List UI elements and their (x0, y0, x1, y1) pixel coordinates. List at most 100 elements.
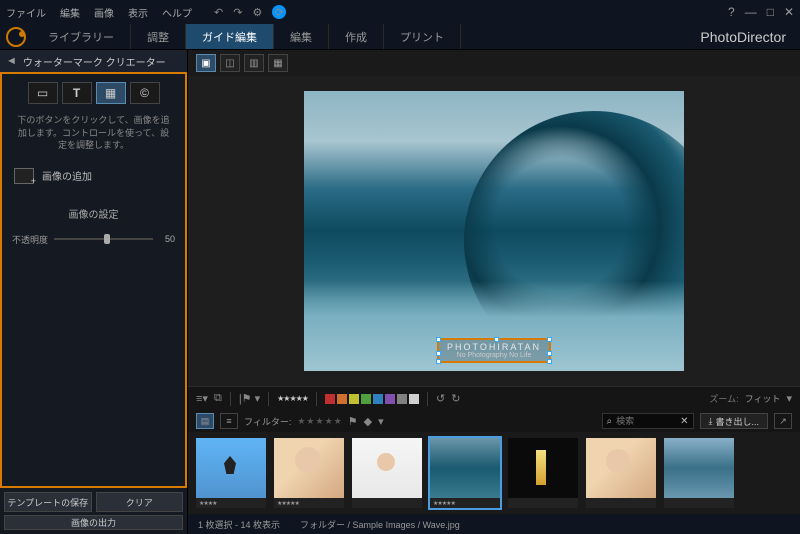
brand-label: PhotoDirector (700, 24, 800, 49)
wm-tab-image[interactable]: ▦ (96, 82, 126, 104)
export-button[interactable]: ⤓ 書き出し... (700, 413, 769, 429)
tab-guided[interactable]: ガイド編集 (186, 24, 274, 49)
canvas-view-bar: ▣ ◫ ▥ ▦ (188, 50, 800, 76)
filter-stars[interactable]: ★★★★★ (297, 416, 341, 427)
photo-preview[interactable]: PHOTOHIRATAN No Photography No Life (304, 91, 684, 371)
opacity-value: 50 (159, 234, 175, 244)
rotate-ccw-icon[interactable]: ↺ (436, 392, 445, 405)
watermark-text-2: No Photography No Life (447, 352, 541, 359)
flag-icon[interactable]: |⚑ ▾ (239, 392, 260, 405)
color-swatch[interactable] (361, 394, 371, 404)
menu-image[interactable]: 画像 (94, 5, 114, 20)
search-input[interactable] (616, 416, 676, 426)
thumb-image (430, 438, 500, 498)
share-icon[interactable]: ↗ (774, 413, 792, 429)
view-single-icon[interactable]: ▣ (196, 54, 216, 72)
menu-file[interactable]: ファイル (6, 5, 46, 20)
thumbnail[interactable] (586, 438, 656, 508)
wm-tab-copyright[interactable]: © (130, 82, 160, 104)
cloud-sync-icon[interactable]: ⟳ (272, 5, 286, 19)
color-swatch[interactable] (325, 394, 335, 404)
thumb-rating: ★★★★ (199, 500, 217, 507)
export-image-button[interactable]: 画像の出力 (4, 515, 183, 530)
thumb-image (508, 438, 578, 498)
color-swatch[interactable] (385, 394, 395, 404)
wm-tab-text[interactable]: T (62, 82, 92, 104)
redo-icon[interactable]: ↷ (233, 6, 242, 19)
export-icon: ⤓ (709, 416, 713, 427)
color-labels (325, 394, 419, 404)
thumb-image (352, 438, 422, 498)
opacity-label: 不透明度 (12, 233, 48, 246)
search-clear-icon[interactable]: ✕ (680, 416, 688, 427)
opacity-handle[interactable] (104, 234, 110, 244)
hint-text: 下のボタンをクリックして、画像を追加します。コントロールを使って、設定を調整しま… (10, 112, 177, 154)
status-bar: 1 枚選択 - 14 枚表示 フォルダー / Sample Images / W… (188, 514, 800, 534)
filter-tag-icon[interactable]: ◆ (364, 415, 372, 428)
window-close-icon[interactable]: ✕ (784, 5, 794, 19)
view-compare-icon[interactable]: ▥ (244, 54, 264, 72)
filmstrip[interactable]: ★★★★★★★★★★★★★★ (188, 432, 800, 514)
left-panel: ◄ ウォーターマーク クリエーター ▭ T ▦ © 下のボタンをクリックして、画… (0, 50, 188, 534)
view-multi-icon[interactable]: ▦ (268, 54, 288, 72)
zoom-fit[interactable]: フィット (745, 392, 781, 405)
menu-help[interactable]: ヘルプ (162, 5, 192, 20)
menubar: ファイル 編集 画像 表示 ヘルプ ↶ ↷ ⚙ ⟳ ? — □ ✕ (0, 0, 800, 24)
grid-icon[interactable]: ≡▾ (196, 392, 208, 405)
thumbnail[interactable]: ★★★★★ (430, 438, 500, 508)
zoom-dropdown-icon[interactable]: ▾ (786, 392, 792, 405)
undo-icon[interactable]: ↶ (214, 6, 223, 19)
save-template-button[interactable]: テンプレートの保存 (4, 492, 92, 512)
filter-bar: ▤ ≡ フィルター: ★★★★★ ⚑ ◆ ▾ ⌕ ✕ ⤓ 書き出し... ↗ (188, 410, 800, 432)
back-icon[interactable]: ◄ (6, 55, 17, 67)
thumb-image (586, 438, 656, 498)
add-image-button[interactable]: 画像の追加 (10, 162, 177, 190)
color-swatch[interactable] (349, 394, 359, 404)
tab-create[interactable]: 作成 (329, 24, 384, 49)
add-image-label: 画像の追加 (42, 168, 92, 183)
window-help-icon[interactable]: ? (728, 5, 735, 19)
rotate-cw-icon[interactable]: ↻ (451, 392, 460, 405)
color-swatch[interactable] (337, 394, 347, 404)
clear-button[interactable]: クリア (96, 492, 184, 512)
thumb-rating: ★★★★★ (433, 500, 455, 507)
filter-flag-icon[interactable]: ⚑ (348, 415, 358, 428)
search-box[interactable]: ⌕ ✕ (602, 413, 694, 429)
view-split-icon[interactable]: ◫ (220, 54, 240, 72)
view-list-icon[interactable]: ≡ (220, 413, 238, 429)
app-logo (0, 24, 32, 49)
watermark-overlay[interactable]: PHOTOHIRATAN No Photography No Life (437, 338, 551, 363)
slideshow-icon[interactable]: ⧉ (214, 392, 222, 405)
tab-library[interactable]: ライブラリー (32, 24, 131, 49)
view-thumb-icon[interactable]: ▤ (196, 413, 214, 429)
thumbnail[interactable] (352, 438, 422, 508)
window-maximize-icon[interactable]: □ (767, 5, 774, 19)
color-swatch[interactable] (373, 394, 383, 404)
thumb-image (196, 438, 266, 498)
wm-tab-frame[interactable]: ▭ (28, 82, 58, 104)
filter-label: フィルター: (244, 415, 291, 428)
zoom-label: ズーム: (709, 392, 738, 405)
color-swatch[interactable] (409, 394, 419, 404)
filter-more-icon[interactable]: ▾ (378, 415, 384, 428)
workspace: ▣ ◫ ▥ ▦ PHOTOHIRATAN No Photography No L… (188, 50, 800, 534)
tab-edit[interactable]: 編集 (274, 24, 329, 49)
add-image-icon (14, 168, 34, 184)
thumb-image (664, 438, 734, 498)
thumbnail[interactable] (508, 438, 578, 508)
panel-title: ウォーターマーク クリエーター (23, 54, 166, 69)
menu-view[interactable]: 表示 (128, 5, 148, 20)
rating-stars[interactable]: ★★★★★ (277, 394, 308, 403)
tab-adjust[interactable]: 調整 (131, 24, 186, 49)
thumbnail[interactable] (664, 438, 734, 508)
thumbnail[interactable]: ★★★★ (196, 438, 266, 508)
thumbnail[interactable]: ★★★★★ (274, 438, 344, 508)
thumb-rating: ★★★★★ (277, 500, 299, 507)
window-minimize-icon[interactable]: — (745, 5, 757, 19)
opacity-slider[interactable]: 不透明度 50 (10, 229, 177, 250)
color-swatch[interactable] (397, 394, 407, 404)
gear-icon[interactable]: ⚙ (252, 6, 262, 19)
canvas[interactable]: PHOTOHIRATAN No Photography No Life (188, 76, 800, 386)
tab-print[interactable]: プリント (384, 24, 461, 49)
menu-edit[interactable]: 編集 (60, 5, 80, 20)
